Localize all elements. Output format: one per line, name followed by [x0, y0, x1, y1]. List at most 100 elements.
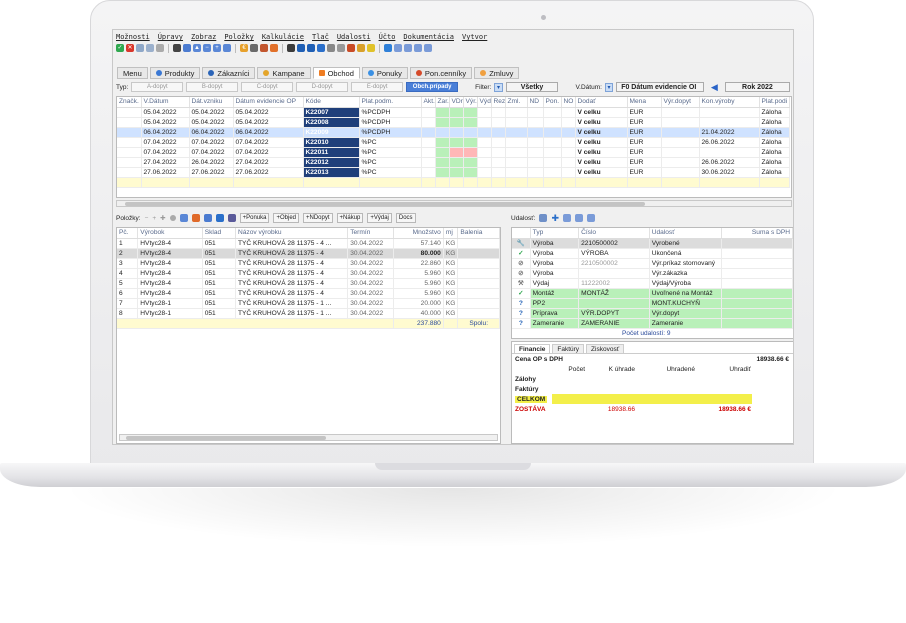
globe-icon[interactable]	[384, 44, 392, 52]
docs-button[interactable]: Docs	[395, 213, 416, 223]
col-header[interactable]: mj	[443, 228, 459, 239]
col-header[interactable]: Výd.	[477, 97, 492, 108]
table-row[interactable]: ✓ Montáž MONTÁŽ Uvoľnené na Montáž	[512, 288, 793, 299]
table-row[interactable]: 🔧 Výroba 2210500002 Vyrobené	[512, 238, 793, 249]
menu-ucto[interactable]: Účto	[379, 33, 396, 42]
table-row[interactable]: 6 HVtyc28-4 051 TYČ KRUHOVÁ 28 11375 - 4 30.…	[117, 288, 500, 299]
menu-tlac[interactable]: Tlač	[312, 33, 329, 42]
vdatum-dropdown-icon[interactable]: ▾	[604, 82, 614, 92]
events-report-icon[interactable]	[563, 214, 572, 222]
table-row[interactable]: 2 HVtyc28-4 051 TYČ KRUHOVÁ 28 11375 - 4 30.…	[117, 248, 500, 259]
col-header[interactable]: Typ	[530, 228, 580, 239]
events-chart-icon[interactable]	[575, 214, 584, 222]
table-row[interactable]: 27.04.2022 26.04.2022 27.04.2022 K22012 %PC V…	[117, 157, 790, 168]
edit-icon[interactable]	[424, 44, 432, 52]
col-header[interactable]: Pč.	[117, 228, 139, 239]
table-row[interactable]: 05.04.2022 05.04.2022 05.04.2022 K22008 %PCD…	[117, 117, 790, 128]
col-header[interactable]: Značk.	[117, 97, 142, 108]
table-row[interactable]: 8 HVtyc28-1 051 TYČ KRUHOVÁ 28 11375 - 1 ..…	[117, 308, 500, 319]
tab-faktury[interactable]: Faktúry	[552, 344, 585, 353]
menu-udalosti[interactable]: Udalosti	[337, 33, 371, 42]
book-icon[interactable]	[227, 214, 236, 222]
doc-icon[interactable]	[327, 44, 335, 52]
print-icon[interactable]	[250, 44, 258, 52]
filter-a-dopyt[interactable]: A-dopyt	[131, 82, 184, 92]
col-header[interactable]: Suma s DPH	[721, 228, 793, 239]
menu-moznosti[interactable]: Možnosti	[116, 33, 150, 42]
tab-kampane[interactable]: Kampane	[257, 67, 311, 79]
filter-b-dopyt[interactable]: B-dopyt	[186, 82, 239, 92]
table-row[interactable]: ⊘ Výroba Výr.zákazka	[512, 268, 793, 279]
tab-ponuky[interactable]: Ponuky	[361, 67, 408, 79]
help-icon[interactable]	[307, 44, 315, 52]
col-header[interactable]: Dát.vzniku	[189, 97, 234, 108]
col-header[interactable]: Dodať	[575, 97, 628, 108]
copy-icon[interactable]	[136, 44, 144, 52]
tab-obchod[interactable]: Obchod	[312, 67, 360, 79]
col-header[interactable]: NO	[561, 97, 576, 108]
up-icon[interactable]: ▲	[193, 44, 201, 52]
table-row[interactable]: 05.04.2022 05.04.2022 05.04.2022 K22007 %PCD…	[117, 107, 790, 118]
col-header[interactable]: Dátum evidencie OP	[233, 97, 304, 108]
filter-select[interactable]: Všetky	[505, 82, 559, 92]
col-header[interactable]: Množstvo	[393, 228, 444, 239]
filter-d-dopyt[interactable]: D-dopyt	[296, 82, 349, 92]
tab-menu[interactable]: Menu	[117, 67, 148, 79]
table-row[interactable]: 27.06.2022 27.06.2022 27.06.2022 K22013 %PC V…	[117, 167, 790, 178]
col-header[interactable]: ND	[527, 97, 544, 108]
tab-ziskovost[interactable]: Ziskovosť	[586, 344, 625, 353]
items-hscrollbar[interactable]	[119, 434, 498, 441]
add-ndopyt-button[interactable]: +NDopyt	[303, 213, 333, 223]
table-row[interactable]: 1 HVtyc28-4 051 TYČ KRUHOVÁ 28 11375 - 4 ..…	[117, 238, 500, 249]
insert-item-icon[interactable]: ✚	[160, 214, 165, 222]
item-status-icon[interactable]	[169, 215, 176, 221]
deals-hscrollbar[interactable]	[116, 200, 792, 207]
remove-item-icon[interactable]: −	[145, 215, 149, 222]
tab-zakaznici[interactable]: Zákazníci	[202, 67, 256, 79]
table-row[interactable]: ? PP2 MONT.KUCHYŇ	[512, 298, 793, 309]
calendar-icon[interactable]	[357, 44, 365, 52]
col-header[interactable]: Zml.	[505, 97, 528, 108]
table-row[interactable]: ? Príprava VÝR.DOPYT Výr.dopyt	[512, 308, 793, 319]
tab-zmluvy[interactable]: Zmluvy	[474, 67, 520, 79]
info-icon[interactable]	[297, 44, 305, 52]
col-header[interactable]: Kóde	[303, 97, 360, 108]
gear-icon[interactable]	[317, 44, 325, 52]
col-header[interactable]: Plat.podi	[759, 97, 790, 108]
col-header[interactable]: Výr.dopyt	[661, 97, 700, 108]
export-icon[interactable]	[270, 44, 278, 52]
minus-icon[interactable]: −	[203, 44, 211, 52]
refresh-icon[interactable]	[183, 44, 191, 52]
filter-e-dopyt[interactable]: E-dopyt	[351, 82, 404, 92]
add-nakup-button[interactable]: +Nákup	[336, 213, 364, 223]
col-header[interactable]: Zar.	[435, 97, 450, 108]
table-row[interactable]: ⊘ Výroba 2210500002 Výr.príkaz stornovaný	[512, 258, 793, 269]
settings-icon[interactable]	[287, 44, 295, 52]
table-row[interactable]: ⚒ Výdaj 11222002 Výdaj/Výroba	[512, 278, 793, 289]
confirm-icon[interactable]: ✓	[116, 44, 124, 52]
table-row[interactable]: 4 HVtyc28-4 051 TYČ KRUHOVÁ 28 11375 - 4 30.…	[117, 268, 500, 279]
col-header[interactable]: Sklad	[202, 228, 236, 239]
cancel-icon[interactable]: ✕	[126, 44, 134, 52]
col-header[interactable]: Výrobok	[137, 228, 203, 239]
chart-icon[interactable]	[404, 44, 412, 52]
col-header[interactable]: Výr.	[463, 97, 478, 108]
col-header[interactable]: Akt.	[421, 97, 436, 108]
euro-icon[interactable]: €	[240, 44, 248, 52]
table-row[interactable]: 5 HVtyc28-4 051 TYČ KRUHOVÁ 28 11375 - 4 30.…	[117, 278, 500, 289]
filter-c-dopyt[interactable]: C-dopyt	[241, 82, 294, 92]
year-field[interactable]: Rok 2022	[724, 82, 791, 92]
table-row[interactable]: 7 HVtyc28-1 051 TYČ KRUHOVÁ 28 11375 - 1 ..…	[117, 298, 500, 309]
col-header[interactable]: Číslo	[578, 228, 650, 239]
cut-icon[interactable]	[156, 44, 164, 52]
add-vydaj-button[interactable]: +Výdaj	[367, 213, 392, 223]
table-row[interactable]: 06.04.2022 06.04.2022 06.04.2022 K22009 %PCD…	[117, 127, 790, 138]
scroll-thumb[interactable]	[125, 202, 645, 206]
find-icon[interactable]	[173, 44, 181, 52]
add-event-icon[interactable]: ✚	[551, 213, 559, 224]
add-item-icon[interactable]: +	[152, 215, 156, 222]
table-row[interactable]: 07.04.2022 07.04.2022 07.04.2022 K22011 %PC V…	[117, 147, 790, 158]
events-table-icon[interactable]	[539, 214, 548, 222]
pdf-icon[interactable]	[260, 44, 268, 52]
col-header[interactable]	[512, 228, 531, 239]
